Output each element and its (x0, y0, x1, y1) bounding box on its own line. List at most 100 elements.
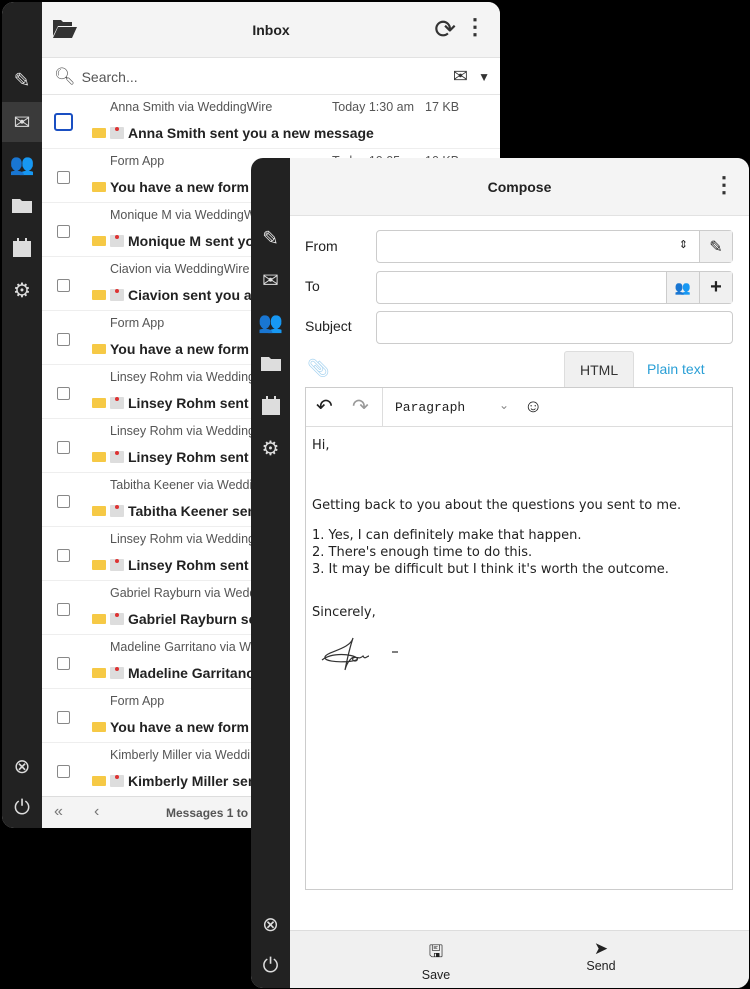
calendar-icon[interactable] (2, 228, 42, 268)
support-icon[interactable]: ⊗ (2, 746, 42, 786)
message-checkbox[interactable] (57, 495, 70, 508)
paper-plane-icon: ➤ (593, 939, 609, 958)
to-input[interactable]: 👥 + (376, 271, 733, 304)
mail-icon[interactable]: ✉ (251, 260, 290, 300)
unread-mail-icon (110, 127, 124, 139)
folder-icon[interactable] (2, 186, 42, 226)
send-label: Send (586, 959, 616, 973)
message-checkbox[interactable] (57, 279, 70, 292)
folder-icon[interactable] (251, 344, 290, 384)
envelope-icon (92, 344, 106, 354)
unread-mail-icon (110, 451, 124, 463)
editor-body[interactable]: Hi, Getting back to you about the questi… (306, 427, 732, 689)
inbox-sidebar: ✎ ✉ 👥 ⚙ ⊗ ⏻ (2, 2, 42, 828)
subject-input[interactable] (376, 311, 733, 344)
plus-icon: + (710, 276, 722, 298)
first-page-icon[interactable]: « (54, 803, 63, 821)
message-from: Form App (110, 694, 165, 708)
message-checkbox[interactable] (57, 387, 70, 400)
tab-html[interactable]: HTML (564, 351, 635, 387)
envelope-icon (92, 182, 106, 192)
message-checkbox[interactable] (57, 225, 70, 238)
floppy-icon: 🖫 (428, 942, 444, 961)
message-size: 17 KB (425, 100, 460, 114)
search-bar[interactable]: 🔍︎ Search... ✉ ▼ (42, 59, 500, 95)
message-checkbox[interactable] (57, 603, 70, 616)
body-line: Hi, (312, 438, 330, 453)
body-line: 2. There's enough time to do this. (312, 545, 533, 560)
message-date: Today 1:30 am (332, 100, 414, 114)
emoji-icon[interactable]: ☺ (524, 396, 542, 417)
message-checkbox[interactable] (57, 657, 70, 670)
support-icon[interactable]: ⊗ (251, 904, 290, 944)
format-select[interactable]: Paragraph (395, 400, 465, 415)
envelope-icon (92, 236, 106, 246)
envelope-icon (92, 776, 106, 786)
envelope-icon (92, 560, 106, 570)
settings-icon[interactable]: ⚙ (2, 270, 42, 310)
compose-icon[interactable]: ✎ (2, 60, 42, 100)
calendar-icon[interactable] (251, 386, 290, 426)
unread-mail-icon (110, 505, 124, 517)
envelope-icon (92, 452, 106, 462)
message-from: Ciavion via WeddingWire (110, 262, 250, 276)
undo-icon[interactable]: ↶ (316, 394, 333, 419)
envelope-icon (92, 290, 106, 300)
edit-identity-button[interactable]: ✎ (699, 231, 732, 262)
message-row[interactable]: Anna Smith via WeddingWire Today 1:30 am… (42, 95, 500, 149)
prev-page-icon[interactable]: ‹ (94, 803, 99, 821)
body-line: 3. It may be difficult but I think it's … (312, 562, 669, 577)
chevron-down-icon[interactable]: ▼ (478, 70, 490, 84)
message-checkbox[interactable] (57, 765, 70, 778)
unread-mail-icon (110, 613, 124, 625)
unread-mail-icon (110, 289, 124, 301)
compose-window: ✎ ✉ 👥 ⚙ ⊗ ⏻ Compose ⋮ From ⇕ ✎ To 👥 + Su… (251, 158, 749, 988)
tab-plain-text[interactable]: Plain text (632, 351, 720, 387)
contacts-icon: 👥 (674, 279, 692, 295)
compose-footer: 🖫 Save ➤ Send (290, 930, 749, 988)
address-book-button[interactable]: 👥 (666, 272, 699, 303)
envelope-icon (92, 398, 106, 408)
envelope-filter-icon[interactable]: ✉ (453, 66, 468, 87)
settings-icon[interactable]: ⚙ (251, 428, 290, 468)
mail-icon[interactable]: ✉ (2, 102, 42, 142)
attachment-icon[interactable]: 📎︎ (307, 358, 330, 379)
from-label: From (305, 238, 338, 254)
save-label: Save (421, 968, 451, 982)
power-icon[interactable]: ⏻ (251, 946, 290, 986)
chevron-down-icon[interactable]: ⌄ (499, 398, 509, 412)
inbox-title: Inbox (252, 22, 290, 38)
message-checkbox[interactable] (57, 441, 70, 454)
contacts-icon[interactable]: 👥 (251, 302, 290, 342)
send-button[interactable]: ➤ Send (561, 939, 641, 973)
power-icon[interactable]: ⏻ (2, 788, 42, 828)
add-recipient-button[interactable]: + (699, 272, 732, 303)
unread-mail-icon (110, 559, 124, 571)
message-count: Messages 1 to 50 (166, 806, 265, 820)
message-checkbox[interactable] (57, 171, 70, 184)
refresh-icon[interactable]: ⟳ (434, 14, 456, 45)
message-checkbox[interactable] (57, 333, 70, 346)
redo-icon[interactable]: ↷ (352, 394, 369, 419)
to-label: To (305, 278, 320, 294)
more-icon[interactable]: ⋮ (464, 14, 486, 40)
save-button[interactable]: 🖫 Save (396, 939, 476, 982)
envelope-icon (92, 614, 106, 624)
envelope-icon (92, 722, 106, 732)
more-icon[interactable]: ⋮ (713, 172, 735, 198)
message-editor[interactable]: ↶ ↷ Paragraph ⌄ ☺ Hi, Getting back to yo… (305, 387, 733, 890)
from-select[interactable]: ⇕ ✎ (376, 230, 733, 263)
inbox-header: Inbox ⟳ ⋮ (42, 2, 500, 58)
select-arrows-icon: ⇕ (678, 239, 688, 251)
search-icon: 🔍︎ (54, 66, 76, 86)
contacts-icon[interactable]: 👥 (2, 144, 42, 184)
compose-icon[interactable]: ✎ (251, 218, 290, 258)
message-checkbox[interactable] (57, 711, 70, 724)
unread-mail-icon (110, 667, 124, 679)
message-from: Anna Smith via WeddingWire (110, 100, 273, 114)
envelope-icon (92, 668, 106, 678)
message-checkbox[interactable] (57, 549, 70, 562)
search-input[interactable]: Search... (82, 69, 138, 85)
compose-header: Compose ⋮ (290, 158, 749, 216)
message-checkbox[interactable] (54, 113, 73, 131)
